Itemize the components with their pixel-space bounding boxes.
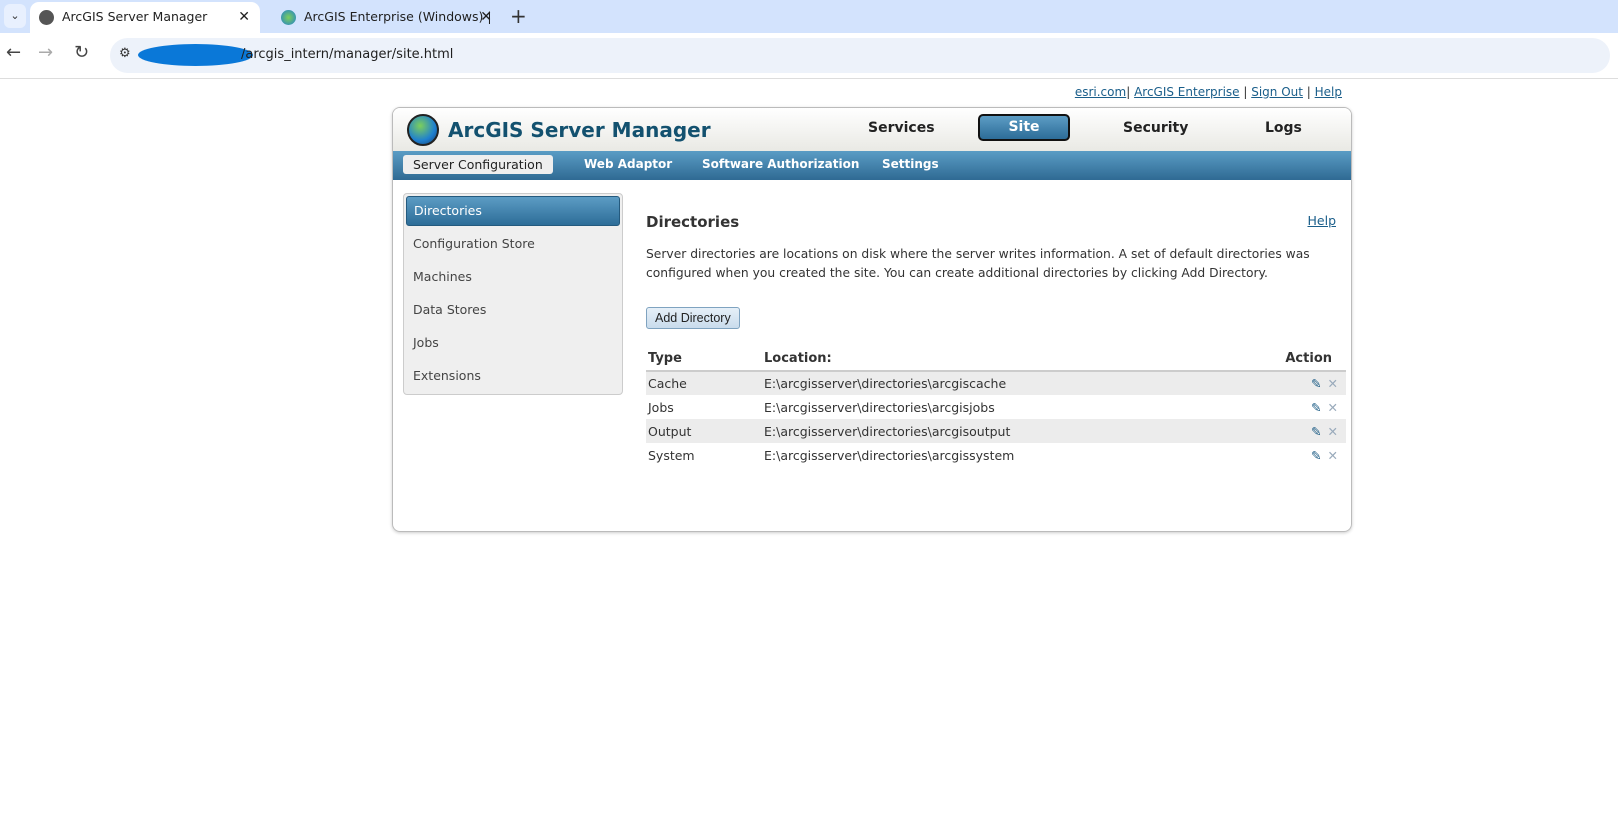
tab-site[interactable]: Site: [978, 114, 1070, 141]
delete-x-icon[interactable]: ✕: [1328, 376, 1338, 391]
subtab-web-adaptor[interactable]: Web Adaptor: [584, 157, 672, 171]
address-bar-row: ← → ↻ ⚙ /arcgis_intern/manager/site.html: [0, 33, 1618, 79]
cell-type: Output: [646, 419, 762, 443]
delete-x-icon[interactable]: ✕: [1328, 400, 1338, 415]
page-title: Directories: [646, 213, 740, 231]
subtab-software-authorization[interactable]: Software Authorization: [702, 157, 859, 171]
globe-icon: [39, 10, 54, 25]
tab-logs[interactable]: Logs: [1265, 120, 1302, 136]
browser-tab[interactable]: ArcGIS Enterprise (Windows) | M✕: [272, 2, 502, 54]
cell-action: ✎ ✕: [1231, 395, 1346, 419]
edit-pencil-icon[interactable]: ✎: [1311, 376, 1321, 391]
edit-pencil-icon[interactable]: ✎: [1311, 448, 1321, 463]
new-tab-button[interactable]: +: [510, 3, 527, 29]
arcgis-enterprise-link[interactable]: ArcGIS Enterprise: [1134, 85, 1239, 99]
arcgis-logo-icon: [407, 114, 439, 146]
tab-security[interactable]: Security: [1123, 120, 1188, 136]
sidebar-item-data-stores[interactable]: Data Stores: [404, 294, 622, 327]
close-tab-icon[interactable]: ✕: [238, 2, 250, 32]
directories-table: Type Location: Action Cache E:\arcgisserv…: [646, 349, 1346, 467]
sidebar-item-directories[interactable]: Directories: [406, 196, 620, 226]
add-directory-button[interactable]: Add Directory: [646, 307, 740, 329]
url-text: /arcgis_intern/manager/site.html: [241, 47, 454, 62]
app-title: ArcGIS Server Manager: [448, 118, 711, 142]
help-link[interactable]: Help: [1315, 85, 1342, 99]
browser-tab-active[interactable]: ArcGIS Server Manager ✕: [30, 2, 260, 33]
subtab-server-configuration[interactable]: Server Configuration: [403, 155, 553, 174]
header: ArcGIS Server Manager Services Site Secu…: [393, 108, 1351, 151]
sub-navigation: Server Configuration Web Adaptor Softwar…: [393, 151, 1351, 180]
help-link[interactable]: Help: [1308, 213, 1337, 228]
cell-type: Cache: [646, 371, 762, 395]
forward-icon[interactable]: →: [38, 42, 53, 63]
site-info-icon[interactable]: ⚙: [119, 46, 131, 61]
manager-panel: ArcGIS Server Manager Services Site Secu…: [392, 107, 1352, 532]
back-icon[interactable]: ←: [6, 42, 21, 63]
delete-x-icon[interactable]: ✕: [1328, 448, 1338, 463]
cell-location: E:\arcgisserver\directories\arcgisjobs: [764, 399, 995, 415]
edit-pencil-icon[interactable]: ✎: [1311, 400, 1321, 415]
table-row: Jobs E:\arcgisserver\directories\arcgisjo…: [646, 395, 1346, 419]
sidebar: Directories Configuration Store Machines…: [403, 193, 623, 395]
cell-type: Jobs: [648, 399, 674, 415]
arcgis-globe-icon: [281, 10, 296, 25]
column-header-type: Type: [646, 349, 762, 372]
table-row: Cache E:\arcgisserver\directories\arcgisc…: [646, 371, 1346, 395]
cell-location: E:\arcgisserver\directories\arcgissystem: [764, 447, 1015, 463]
column-header-location: Location:: [762, 349, 1231, 372]
edit-pencil-icon[interactable]: ✎: [1311, 424, 1321, 439]
cell-type: System: [648, 447, 695, 463]
subtab-settings[interactable]: Settings: [882, 157, 939, 171]
close-tab-icon[interactable]: ✕: [480, 2, 492, 32]
sidebar-item-jobs[interactable]: Jobs: [404, 327, 622, 360]
tab-search-button[interactable]: ⌄: [4, 4, 26, 28]
redacted-host: [138, 44, 253, 66]
tab-services[interactable]: Services: [868, 120, 935, 136]
tab-title: ArcGIS Server Manager: [62, 9, 208, 24]
cell-action: ✎ ✕: [1230, 371, 1346, 395]
cell-location: E:\arcgisserver\directories\arcgisoutput: [762, 419, 1231, 443]
top-links: esri.com| ArcGIS Enterprise | Sign Out |…: [1074, 85, 1342, 99]
table-row: System E:\arcgisserver\directories\arcgis…: [646, 443, 1346, 467]
cell-location: E:\arcgisserver\directories\arcgiscache: [762, 371, 1231, 395]
description: Server directories are locations on disk…: [646, 247, 1310, 280]
sign-out-link[interactable]: Sign Out: [1251, 85, 1303, 99]
sidebar-item-machines[interactable]: Machines: [404, 261, 622, 294]
reload-icon[interactable]: ↻: [74, 42, 89, 63]
esri-link[interactable]: esri.com: [1075, 85, 1126, 99]
delete-x-icon[interactable]: ✕: [1328, 424, 1338, 439]
column-header-action: Action: [1230, 349, 1346, 372]
sidebar-item-configuration-store[interactable]: Configuration Store: [404, 228, 622, 261]
cell-action: ✎ ✕: [1231, 443, 1346, 467]
browser-tab-bar: ⌄ ArcGIS Server Manager ✕ ArcGIS Enterpri…: [0, 0, 1618, 54]
sidebar-item-extensions[interactable]: Extensions: [404, 360, 622, 393]
table-row: Output E:\arcgisserver\directories\arcgis…: [646, 419, 1346, 443]
url-input[interactable]: ⚙ /arcgis_intern/manager/site.html: [110, 38, 1610, 73]
cell-action: ✎ ✕: [1230, 419, 1346, 443]
